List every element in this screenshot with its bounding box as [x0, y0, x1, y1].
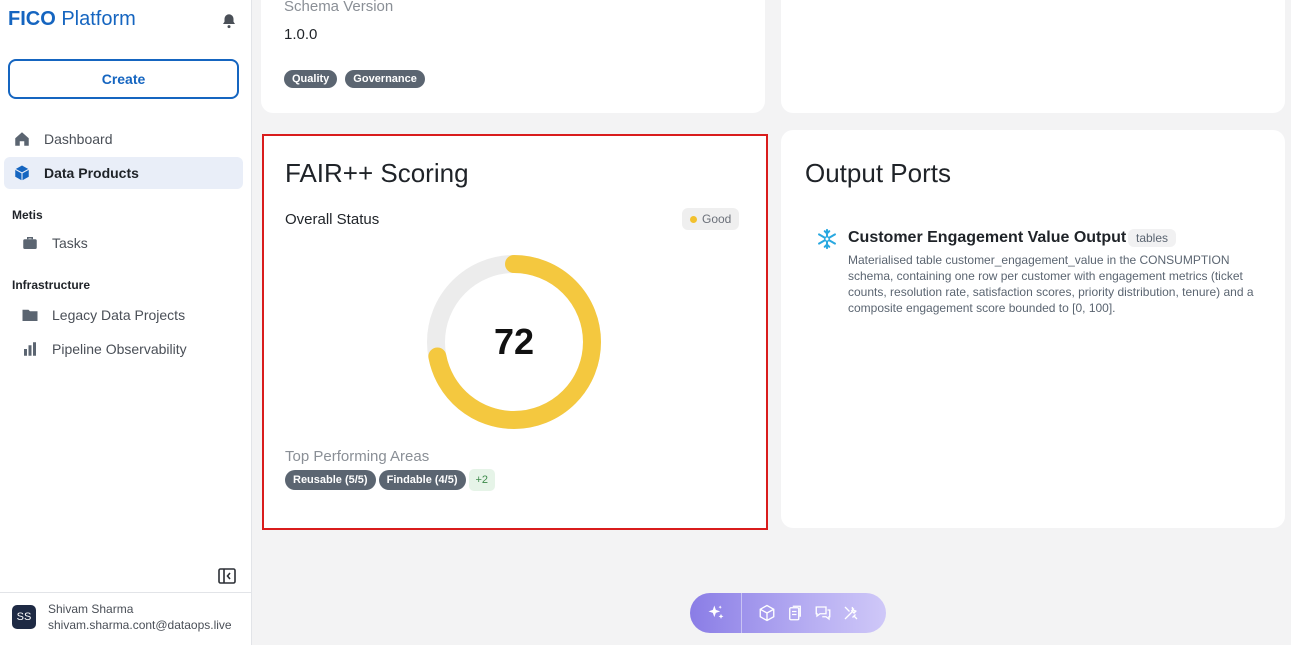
output-port-name[interactable]: Customer Engagement Value Output — [848, 229, 1126, 247]
status-badge: Good — [682, 208, 740, 230]
more-areas-badge[interactable]: +2 — [468, 469, 496, 491]
fair-scoring-card: FAIR++ Scoring Overall Status Good 72 To… — [262, 134, 768, 530]
area-tag-reusable: Reusable (5/5) — [285, 470, 376, 490]
output-ports-card: Output Ports Customer Engagement Value O… — [781, 130, 1285, 528]
cube-icon — [12, 163, 32, 183]
overall-status-label: Overall Status — [285, 211, 380, 228]
section-infrastructure: Infrastructure — [12, 278, 91, 292]
section-metis: Metis — [12, 208, 43, 222]
score-value: 72 — [493, 321, 535, 362]
sidebar: FICO Platform Create Dashboard Data Prod… — [0, 0, 252, 645]
schema-card: Schema Version 1.0.0 Quality Governance — [261, 0, 765, 113]
output-port-type-badge: tables — [1128, 229, 1177, 247]
schema-tags: Quality Governance — [284, 70, 425, 88]
tools-icon[interactable] — [842, 604, 860, 622]
fair-title: FAIR++ Scoring — [285, 158, 469, 188]
output-port-description: Materialised table customer_engagement_v… — [848, 253, 1254, 315]
output-ports-title: Output Ports — [805, 158, 951, 188]
user-email: shivam.sharma.cont@dataops.live — [48, 618, 232, 632]
briefcase-icon — [20, 233, 40, 253]
area-tag-findable: Findable (4/5) — [378, 470, 466, 490]
status-dot-icon — [690, 215, 697, 223]
top-right-card — [781, 0, 1285, 113]
top-performing-label: Top Performing Areas — [285, 448, 430, 465]
sidebar-item-legacy-data-projects[interactable]: Legacy Data Projects — [4, 299, 243, 331]
chat-bubbles-icon[interactable] — [814, 604, 832, 622]
create-button[interactable]: Create — [8, 59, 239, 99]
sidebar-item-pipeline-observability[interactable]: Pipeline Observability — [4, 333, 243, 365]
notification-bell-icon[interactable] — [220, 12, 238, 30]
folder-icon — [20, 305, 40, 325]
toolbar-actions — [742, 604, 860, 622]
ai-assistant-button[interactable] — [690, 593, 742, 633]
user-profile[interactable]: SS Shivam Sharma shivam.sharma.cont@data… — [0, 592, 251, 645]
ai-toolbar — [690, 593, 886, 633]
bar-chart-icon — [20, 339, 40, 359]
top-areas: Reusable (5/5) Findable (4/5) +2 — [285, 469, 496, 491]
tag-governance: Governance — [345, 70, 425, 88]
tag-quality: Quality — [284, 70, 338, 88]
sidebar-item-data-products[interactable]: Data Products — [4, 157, 243, 189]
schema-version-label: Schema Version — [284, 0, 394, 15]
clipboard-icon[interactable] — [786, 604, 804, 622]
sparkle-icon — [708, 605, 723, 619]
collapse-sidebar-icon[interactable] — [218, 568, 236, 584]
app-logo[interactable]: FICO Platform — [8, 8, 136, 31]
home-icon — [12, 129, 32, 149]
sidebar-item-tasks[interactable]: Tasks — [4, 227, 243, 259]
snowflake-icon — [818, 228, 836, 250]
cube-outline-icon[interactable] — [758, 604, 776, 622]
user-name: Shivam Sharma — [48, 602, 134, 616]
schema-version-value: 1.0.0 — [284, 26, 318, 43]
sidebar-item-dashboard[interactable]: Dashboard — [4, 123, 243, 155]
avatar: SS — [12, 605, 36, 629]
